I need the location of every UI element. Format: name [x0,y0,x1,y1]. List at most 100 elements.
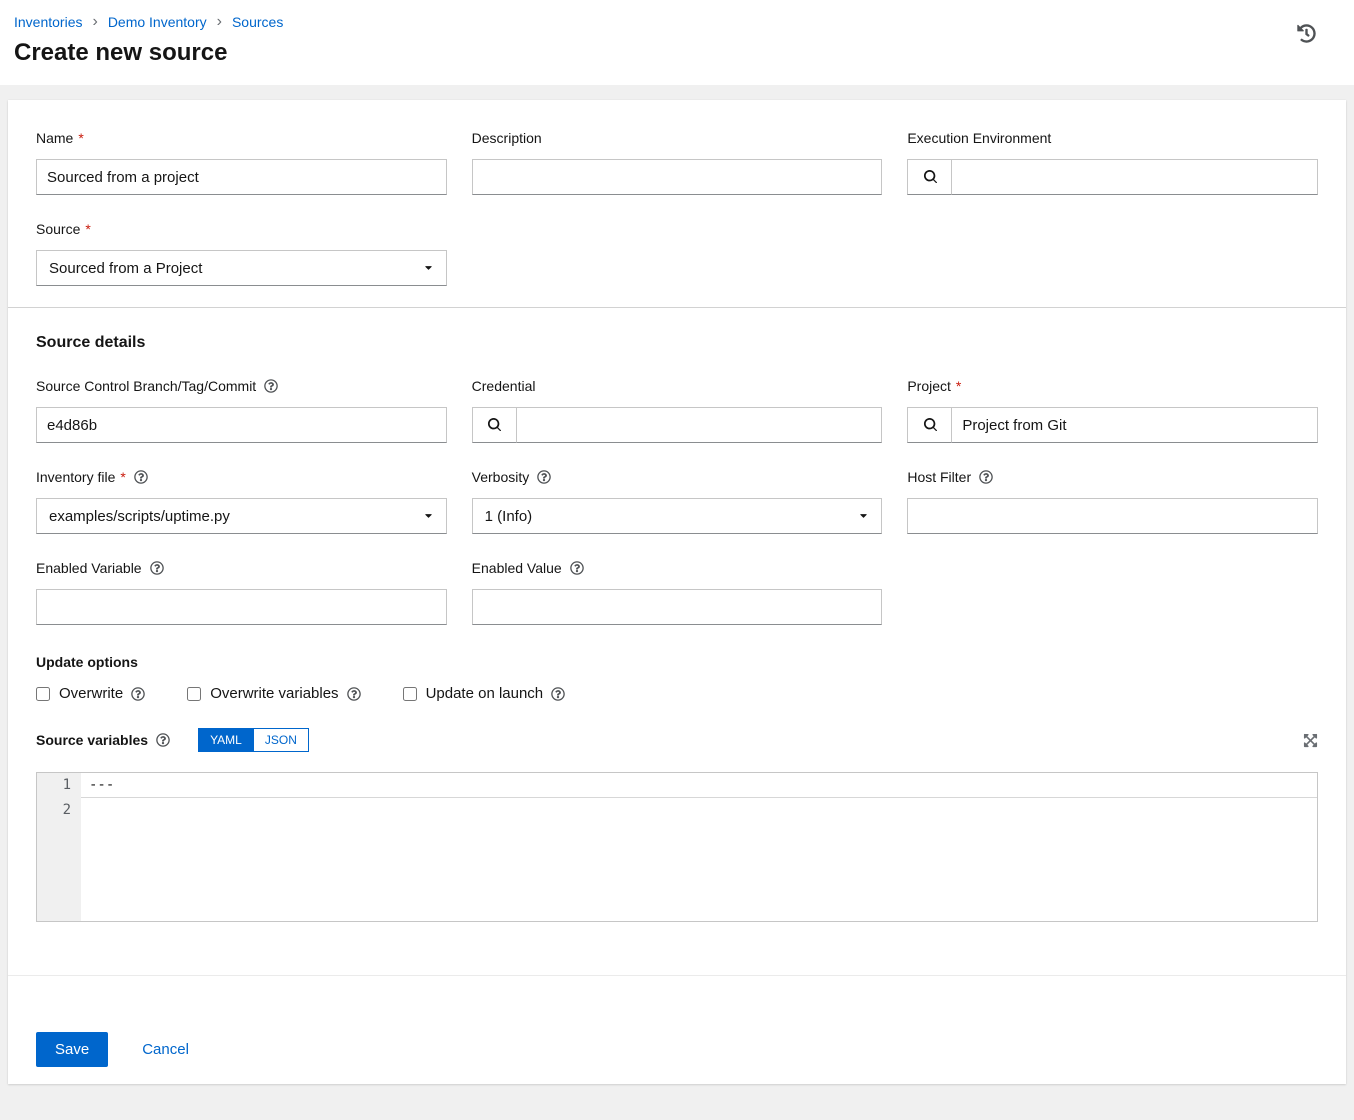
format-toggle-group: YAML JSON [198,728,309,752]
project-lookup-button[interactable] [907,407,952,443]
update-options-row: Overwrite Overwrite variables Update on … [36,685,1318,702]
execution-environment-input[interactable] [952,159,1318,195]
required-asterisk: * [120,469,125,485]
scm-branch-input[interactable] [36,407,447,443]
editor-content[interactable]: --- [81,773,1317,921]
project-input[interactable] [952,407,1318,443]
name-label: Name [36,130,73,146]
scm-branch-label: Source Control Branch/Tag/Commit [36,378,256,394]
caret-down-icon [423,508,434,525]
source-variables-label-row: Source variables [36,732,170,748]
host-filter-field: Host Filter [907,469,1318,534]
update-on-launch-label: Update on launch [426,685,544,702]
source-details-heading: Source details [36,334,1318,352]
overwrite-checkbox[interactable] [36,687,50,701]
description-input[interactable] [472,159,883,195]
enabled-value-field: Enabled Value [472,560,883,625]
page-title: Create new source [14,39,1314,67]
save-button[interactable]: Save [36,1032,108,1067]
source-variables-header: Source variables YAML JSON [36,728,1318,752]
breadcrumb: Inventories › Demo Inventory › Sources [14,14,1314,30]
help-icon[interactable] [537,470,551,484]
project-label: Project [907,378,951,394]
breadcrumb-separator-icon: › [217,14,222,30]
page-header: Inventories › Demo Inventory › Sources C… [0,0,1354,85]
form-actions: Save Cancel [36,1032,1318,1067]
enabled-variable-input[interactable] [36,589,447,625]
help-icon[interactable] [150,561,164,575]
enabled-variable-field: Enabled Variable [36,560,447,625]
credential-input[interactable] [517,407,883,443]
help-icon[interactable] [131,687,145,701]
create-source-form-card: Name * Description Execution Environment [8,100,1346,1084]
credential-label: Credential [472,378,536,394]
line-number: 1 [37,773,81,798]
history-button[interactable] [1297,24,1316,43]
execution-environment-label: Execution Environment [907,130,1051,146]
json-toggle-button[interactable]: JSON [254,728,309,752]
source-select-value: Sourced from a Project [49,260,202,277]
required-asterisk: * [956,378,961,394]
update-on-launch-checkbox[interactable] [403,687,417,701]
breadcrumb-link-inventories[interactable]: Inventories [14,14,82,30]
scm-branch-field: Source Control Branch/Tag/Commit [36,378,447,443]
overwrite-checkbox-item: Overwrite [36,685,145,702]
yaml-toggle-button[interactable]: YAML [198,728,254,752]
history-icon [1297,31,1316,46]
source-details-grid: Source Control Branch/Tag/Commit Credent… [36,378,1318,625]
expand-button[interactable] [1303,733,1318,748]
verbosity-label: Verbosity [472,469,530,485]
caret-down-icon [858,508,869,525]
code-line [81,798,1317,823]
breadcrumb-link-sources[interactable]: Sources [232,14,283,30]
source-field: Source * Sourced from a Project [36,221,447,286]
search-icon [923,170,937,184]
credential-lookup-button[interactable] [472,407,517,443]
enabled-value-input[interactable] [472,589,883,625]
inventory-file-select[interactable]: examples/scripts/uptime.py [36,498,447,534]
help-icon[interactable] [979,470,993,484]
name-field: Name * [36,130,447,195]
update-options-heading: Update options [36,654,1318,670]
search-icon [487,418,501,432]
verbosity-select[interactable]: 1 (Info) [472,498,883,534]
line-number: 2 [37,798,81,823]
description-field: Description [472,130,883,195]
footer-divider [8,975,1346,976]
source-label: Source [36,221,80,237]
source-select[interactable]: Sourced from a Project [36,250,447,286]
search-icon [923,418,937,432]
inventory-file-label: Inventory file [36,469,115,485]
breadcrumb-separator-icon: › [92,14,97,30]
execution-environment-field: Execution Environment [907,130,1318,195]
caret-down-icon [423,260,434,277]
host-filter-input[interactable] [907,498,1318,534]
description-label: Description [472,130,542,146]
execution-environment-lookup-button[interactable] [907,159,952,195]
project-field: Project * [907,378,1318,443]
overwrite-variables-checkbox-item: Overwrite variables [187,685,360,702]
required-asterisk: * [78,130,83,146]
verbosity-field: Verbosity 1 (Info) [472,469,883,534]
help-icon[interactable] [551,687,565,701]
update-on-launch-checkbox-item: Update on launch [403,685,566,702]
help-icon[interactable] [264,379,278,393]
name-input[interactable] [36,159,447,195]
help-icon[interactable] [134,470,148,484]
editor-line-numbers: 1 2 [37,773,81,921]
help-icon[interactable] [156,733,170,747]
verbosity-select-value: 1 (Info) [485,508,533,525]
source-variables-editor[interactable]: 1 2 --- [36,772,1318,922]
overwrite-label: Overwrite [59,685,123,702]
help-icon[interactable] [570,561,584,575]
credential-field: Credential [472,378,883,443]
code-line: --- [81,773,1317,798]
enabled-value-label: Enabled Value [472,560,562,576]
overwrite-variables-checkbox[interactable] [187,687,201,701]
help-icon[interactable] [347,687,361,701]
host-filter-label: Host Filter [907,469,971,485]
top-fields-grid: Name * Description Execution Environment [36,130,1318,286]
breadcrumb-link-demo-inventory[interactable]: Demo Inventory [108,14,207,30]
overwrite-variables-label: Overwrite variables [210,685,338,702]
cancel-button[interactable]: Cancel [142,1041,189,1058]
